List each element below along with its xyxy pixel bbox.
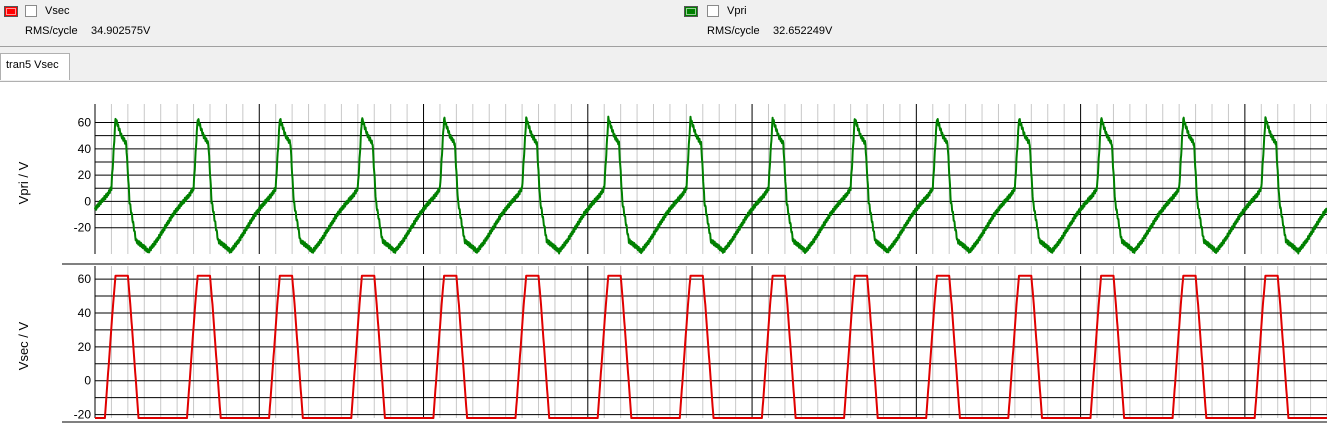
y-axis-label: Vsec / V xyxy=(16,321,31,370)
y-tick-label: 20 xyxy=(78,168,92,182)
y-tick-label: 40 xyxy=(78,306,92,320)
vsec-rms-label: RMS/cycle xyxy=(25,25,78,37)
vsec-rms-value: 34.902575V xyxy=(91,25,151,37)
vsec-checkbox[interactable] xyxy=(25,5,37,17)
plot-area: -20 0 20 40 60 Vpri / V -20 0 20 40 60 Vsec / V xyxy=(16,104,1327,423)
vsec-name: Vsec xyxy=(45,5,70,17)
y-axis-label: Vpri / V xyxy=(16,161,31,204)
trace-header-bar: Vsec RMS/cycle 34.902575V Vpri RMS/cycle… xyxy=(0,0,1327,47)
y-tick-label: 60 xyxy=(78,272,92,286)
vpri-name: Vpri xyxy=(727,5,747,17)
chart-panel-1: -20 0 20 40 60 Vpri / V xyxy=(16,104,1327,255)
tab-tran5-vsec[interactable]: tran5 Vsec xyxy=(0,53,70,80)
chart-panel-2: -20 0 20 40 60 Vsec / V xyxy=(16,266,1327,422)
y-tick-label: -20 xyxy=(74,408,92,422)
y-tick-label: 20 xyxy=(78,340,92,354)
vpri-rms-value: 32.652249V xyxy=(773,25,833,37)
y-tick-label: 60 xyxy=(78,116,92,130)
vpri-color-swatch[interactable] xyxy=(684,6,698,17)
tab-strip: tran5 Vsec xyxy=(0,47,1327,82)
vpri-checkbox[interactable] xyxy=(707,5,719,17)
trace-header-vpri: Vpri RMS/cycle 32.652249V xyxy=(680,0,1080,46)
y-tick-label: 0 xyxy=(84,194,91,208)
y-tick-label: 0 xyxy=(84,374,91,388)
vpri-rms-label: RMS/cycle xyxy=(707,25,760,37)
trace-header-vsec: Vsec RMS/cycle 34.902575V xyxy=(0,0,400,46)
tab-label: tran5 Vsec xyxy=(6,59,59,71)
y-tick-label: 40 xyxy=(78,142,92,156)
y-tick-label: -20 xyxy=(74,221,92,235)
series-line-1-1 xyxy=(94,115,1327,255)
vsec-color-swatch[interactable] xyxy=(4,6,18,17)
